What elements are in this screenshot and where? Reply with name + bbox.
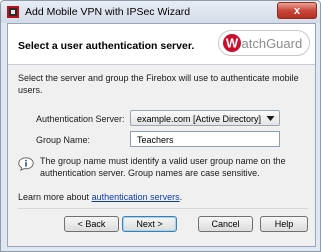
wizard-header: Select a user authentication server. W a… [8, 24, 315, 64]
group-name-input[interactable]: Teachers [130, 131, 280, 147]
intro-text: Select the server and group the Firebox … [18, 73, 299, 95]
footer-divider [18, 208, 308, 209]
learn-more-suffix: . [179, 192, 183, 202]
watchguard-logo: W atchGuard [218, 30, 310, 56]
help-button[interactable]: Help [260, 216, 308, 232]
auth-server-select[interactable]: example.com [Active Directory] [130, 110, 280, 126]
back-button[interactable]: < Back [64, 216, 119, 232]
wizard-window: Add Mobile VPN with IPSec Wizard x Selec… [0, 0, 321, 252]
wizard-body: Select the server and group the Firebox … [8, 65, 315, 246]
authentication-servers-link[interactable]: authentication servers [92, 192, 180, 202]
group-name-note: The group name must identify a valid use… [40, 156, 286, 178]
info-icon [18, 157, 34, 171]
auth-server-value: example.com [Active Directory] [137, 114, 262, 124]
svg-text:atchGuard: atchGuard [242, 36, 303, 51]
close-icon: x [293, 5, 301, 17]
page-title: Select a user authentication server. [18, 40, 195, 52]
group-name-value: Teachers [137, 135, 174, 145]
wizard-app-icon [7, 6, 19, 18]
title-bar[interactable]: Add Mobile VPN with IPSec Wizard x [1, 1, 320, 23]
cancel-button[interactable]: Cancel [198, 216, 253, 232]
close-button[interactable]: x [277, 2, 317, 19]
window-title: Add Mobile VPN with IPSec Wizard [25, 6, 191, 18]
group-name-label: Group Name: [36, 135, 91, 145]
wizard-client-area: Select a user authentication server. W a… [7, 23, 316, 247]
next-button[interactable]: Next > [122, 216, 177, 232]
auth-server-label: Authentication Server: [36, 114, 125, 124]
dropdown-arrow-icon[interactable] [266, 115, 275, 122]
learn-more-prefix: Learn more about [18, 192, 90, 202]
learn-more-text: Learn more about authentication servers. [18, 192, 182, 202]
svg-text:W: W [226, 36, 239, 51]
